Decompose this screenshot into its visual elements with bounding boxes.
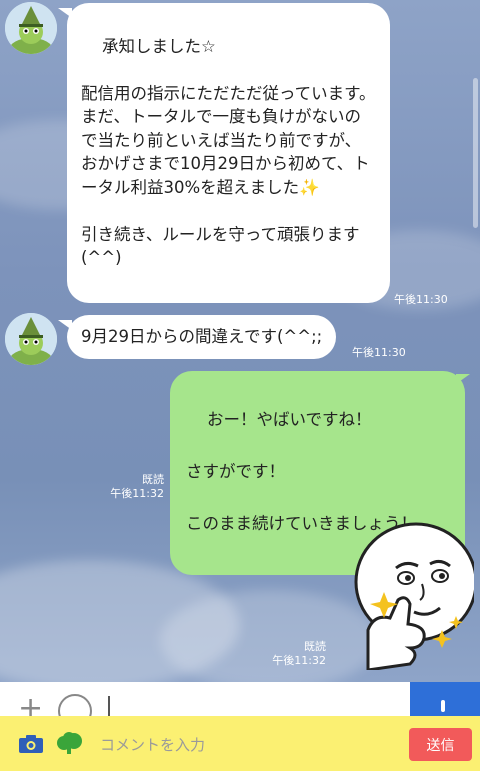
scrollbar[interactable] xyxy=(473,78,478,228)
message-text: 承知しました☆ 配信用の指示にただただ従っています。 まだ、トータルで一度も負け… xyxy=(81,36,376,268)
send-button[interactable]: 送信 xyxy=(409,728,472,761)
sticker[interactable] xyxy=(338,520,478,672)
plus-icon[interactable]: + xyxy=(18,694,43,717)
input-toolbar: + xyxy=(0,682,480,716)
sender-avatar[interactable] xyxy=(5,313,57,365)
camera-icon[interactable] xyxy=(18,734,44,754)
incoming-message-bubble[interactable]: 9月29日からの間違えです(^^;; xyxy=(67,315,337,359)
message-time: 午後11:32 xyxy=(110,487,164,500)
read-label: 既読 xyxy=(304,640,326,653)
emoji-icon[interactable] xyxy=(58,694,92,716)
frog-character-icon xyxy=(5,313,57,365)
chat-area[interactable]: 承知しました☆ 配信用の指示にただただ従っています。 まだ、トータルで一度も負け… xyxy=(0,0,480,682)
bubble-tail xyxy=(456,374,470,384)
read-receipt: 既読 午後11:32 xyxy=(100,473,164,501)
message-text: おー！やばいですね！ さすがです！ このまま続けていきましょう！ xyxy=(186,410,417,533)
message-time: 午後11:32 xyxy=(272,654,326,667)
comment-input[interactable]: コメントを入力 xyxy=(100,734,380,756)
text-cursor xyxy=(108,696,110,716)
send-side-button[interactable] xyxy=(410,682,480,716)
sticker-tree-icon[interactable] xyxy=(55,732,83,754)
message-text: 9月29日からの間違えです(^^;; xyxy=(81,327,323,346)
message-time: 午後11:30 xyxy=(394,293,448,306)
comment-bar: コメントを入力 送信 xyxy=(0,716,480,771)
frog-character-icon xyxy=(5,2,57,54)
read-receipt: 既読 午後11:32 xyxy=(262,640,326,668)
incoming-message-bubble[interactable]: 承知しました☆ 配信用の指示にただただ従っています。 まだ、トータルで一度も負け… xyxy=(67,3,390,303)
sender-avatar[interactable] xyxy=(5,2,57,54)
smug-face-thumbs-up-sticker xyxy=(354,522,478,672)
message-time: 午後11:30 xyxy=(352,346,406,359)
read-label: 既読 xyxy=(142,473,164,486)
mic-icon xyxy=(441,700,445,712)
